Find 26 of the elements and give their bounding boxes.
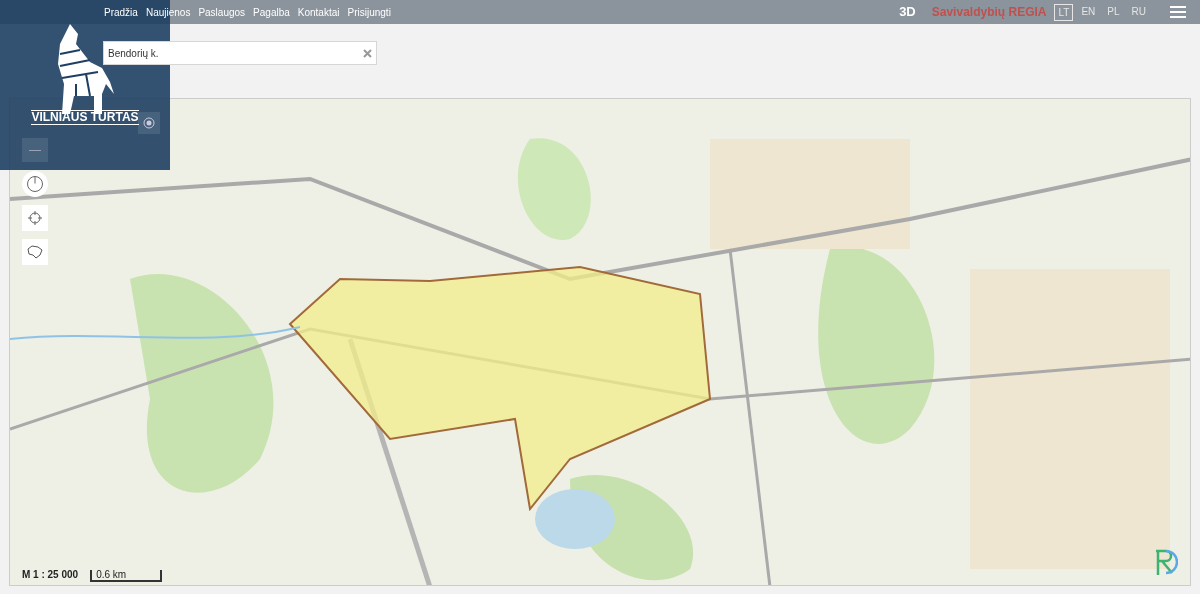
3d-button[interactable]: 3D xyxy=(899,2,916,22)
scale-text: M 1 : 25 000 xyxy=(22,568,79,582)
locate-button[interactable] xyxy=(22,205,48,231)
zoom-out-button[interactable]: — xyxy=(22,138,48,162)
menu-icon[interactable] xyxy=(1170,6,1186,18)
scale-bar: 0.6 km xyxy=(90,570,163,582)
nav-link[interactable]: Paslaugos xyxy=(198,4,246,20)
brand-title: Savivaldybių REGIA xyxy=(931,4,1047,21)
nav-link[interactable]: Naujienos xyxy=(145,4,191,20)
language-link[interactable]: RU xyxy=(1127,3,1150,21)
r-logo-icon xyxy=(1154,549,1178,575)
target-icon xyxy=(143,117,155,129)
nav-link[interactable]: Prisijungti xyxy=(347,4,391,20)
nav-link[interactable]: Pradžia xyxy=(104,4,138,20)
nav-link[interactable]: Pagalba xyxy=(253,4,290,20)
country-button[interactable] xyxy=(22,239,48,265)
language-link[interactable]: LT xyxy=(1054,3,1074,21)
language-link[interactable]: PL xyxy=(1103,3,1124,21)
nav-link[interactable]: Kontaktai xyxy=(297,4,340,20)
locate-me-button[interactable] xyxy=(138,112,160,134)
search-field[interactable]: Bendorių k. xyxy=(103,41,377,65)
country-outline-icon xyxy=(27,245,43,259)
close-icon[interactable] xyxy=(363,48,372,58)
language-link[interactable]: EN xyxy=(1077,3,1100,21)
crosshair-icon xyxy=(28,211,42,225)
logo-title: VILNIAUS TURTAS xyxy=(31,110,139,125)
